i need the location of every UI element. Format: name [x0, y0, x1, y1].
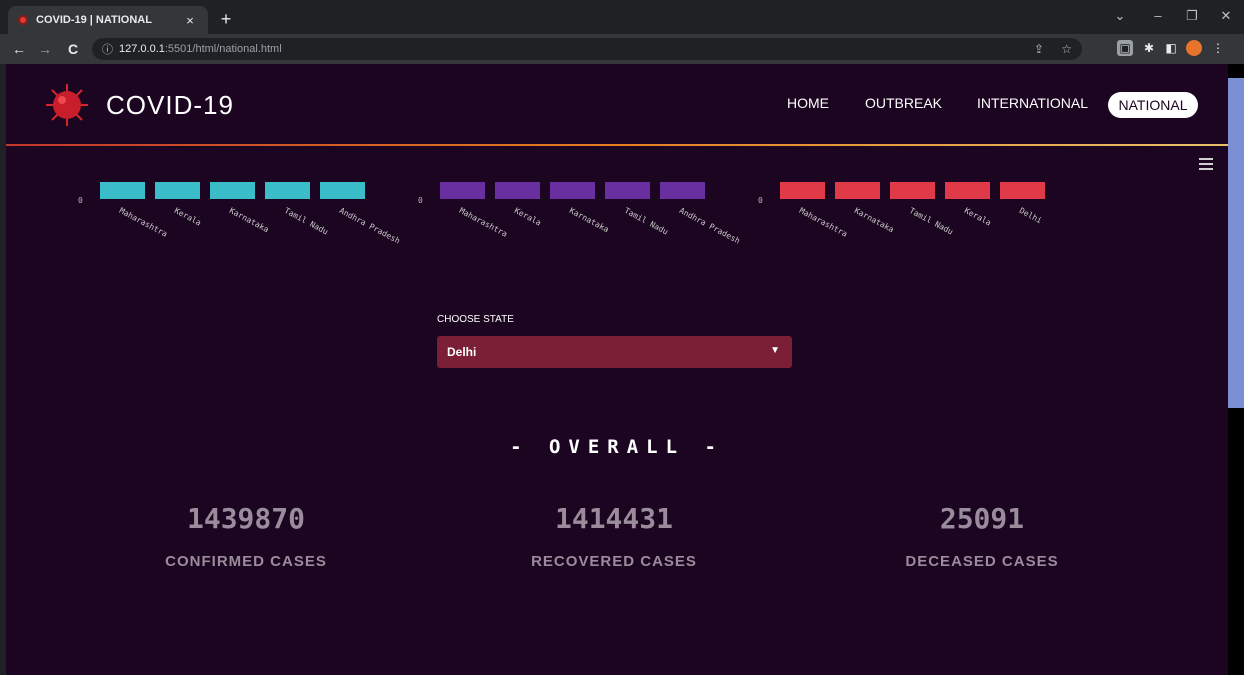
deceased-count: 25091 [939, 502, 1025, 535]
url-host: 127.0.0.1 [119, 43, 165, 55]
bar-tamil-nadu[interactable] [890, 182, 935, 199]
page-viewport: COVID-19 HOME OUTBREAK INTERNATIONAL NAT… [6, 64, 1228, 675]
info-icon[interactable]: ⓘ [102, 41, 113, 57]
close-window-icon[interactable]: ✕ [1216, 8, 1236, 24]
nav-outbreak[interactable]: OUTBREAK [865, 95, 942, 111]
chart-top-deceased: 0 Maharashtra Karnataka Tamil Nadu Kerala Del… [750, 176, 1090, 306]
bar-maharashtra[interactable] [440, 182, 485, 199]
scrollbar-thumb[interactable] [1228, 78, 1244, 408]
forward-button[interactable]: → [34, 41, 56, 57]
virus-favicon-icon [18, 15, 28, 25]
recovered-stat: 1414431 RECOVERED CASES [454, 502, 774, 570]
chart-top-recovered: 0 Maharashtra Kerala Karnataka Tamil Nadu And… [410, 176, 750, 306]
virus-logo-icon [46, 84, 88, 126]
new-tab-button[interactable]: + [216, 9, 236, 30]
confirmed-stat: 1439870 CONFIRMED CASES [86, 502, 406, 570]
bar-karnataka[interactable] [550, 182, 595, 199]
bar-karnataka[interactable] [835, 182, 880, 199]
minimize-icon[interactable]: – [1148, 8, 1168, 23]
bar-andhra-pradesh[interactable] [660, 182, 705, 199]
bar-delhi[interactable] [1000, 182, 1045, 199]
bar-karnataka[interactable] [210, 182, 255, 199]
bar-chart-svg [780, 182, 1045, 199]
overall-heading: - OVERALL - [510, 436, 724, 458]
bar-maharashtra[interactable] [100, 182, 145, 199]
restore-icon[interactable]: ❐ [1182, 8, 1202, 24]
bar-kerala[interactable] [945, 182, 990, 199]
bar-tamil-nadu[interactable] [605, 182, 650, 199]
extension-icon[interactable]: ▣ [1117, 40, 1133, 56]
bar-chart-svg [440, 182, 705, 199]
hamburger-menu-icon[interactable] [1199, 158, 1213, 170]
bar-andhra-pradesh[interactable] [320, 182, 365, 199]
menu-kebab-icon[interactable]: ⋮ [1210, 40, 1226, 56]
url-path: :5501/html/national.html [164, 43, 282, 55]
recovered-label: RECOVERED CASES [531, 553, 697, 570]
deceased-label: DECEASED CASES [905, 553, 1059, 570]
chart-top-confirmed: 0 Maharashtra Kerala Karnataka Tamil Nadu And… [70, 176, 410, 306]
nav-national[interactable]: NATIONAL [1108, 92, 1198, 118]
site-brand[interactable]: COVID-19 [106, 90, 234, 121]
browser-tab[interactable]: COVID-19 | NATIONAL × [8, 6, 208, 34]
profile-avatar[interactable] [1186, 40, 1202, 56]
state-select[interactable]: Delhi ▼ [437, 336, 792, 368]
recovered-count: 1414431 [554, 502, 673, 535]
tab-close-icon[interactable]: × [182, 13, 198, 28]
caret-down-icon: ▼ [770, 345, 780, 356]
site-header: COVID-19 HOME OUTBREAK INTERNATIONAL NAT… [6, 64, 1228, 146]
bar-kerala[interactable] [495, 182, 540, 199]
page-scrollbar[interactable] [1228, 64, 1244, 675]
reload-button[interactable]: C [62, 41, 84, 57]
tab-title: COVID-19 | NATIONAL [36, 14, 152, 26]
choose-state-label: CHOOSE STATE [437, 314, 514, 325]
puzzle-extensions-icon[interactable]: ✱ [1141, 40, 1157, 56]
nav-home[interactable]: HOME [787, 95, 829, 111]
bar-maharashtra[interactable] [780, 182, 825, 199]
bar-chart-svg [100, 182, 365, 199]
chevron-down-icon[interactable]: ⌄ [1110, 8, 1130, 24]
state-select-value: Delhi [447, 345, 477, 359]
confirmed-label: CONFIRMED CASES [165, 553, 327, 570]
browser-tab-bar: COVID-19 | NATIONAL × + ⌄ – ❐ ✕ [0, 0, 1244, 34]
bar-tamil-nadu[interactable] [265, 182, 310, 199]
bookmark-star-icon[interactable]: ☆ [1061, 42, 1072, 56]
header-divider [6, 144, 1228, 146]
bar-kerala[interactable] [155, 182, 200, 199]
side-panel-icon[interactable]: ◧ [1163, 40, 1179, 56]
address-bar: ← → C ⓘ 127.0.0.1 :5501/html/national.ht… [0, 34, 1244, 64]
deceased-stat: 25091 DECEASED CASES [822, 502, 1142, 570]
back-button[interactable]: ← [8, 41, 30, 57]
confirmed-count: 1439870 [186, 502, 305, 535]
share-icon[interactable]: ⇪ [1034, 42, 1044, 56]
nav-international[interactable]: INTERNATIONAL [977, 95, 1088, 111]
url-input[interactable]: ⓘ 127.0.0.1 :5501/html/national.html ⇪ ☆ [92, 38, 1082, 60]
